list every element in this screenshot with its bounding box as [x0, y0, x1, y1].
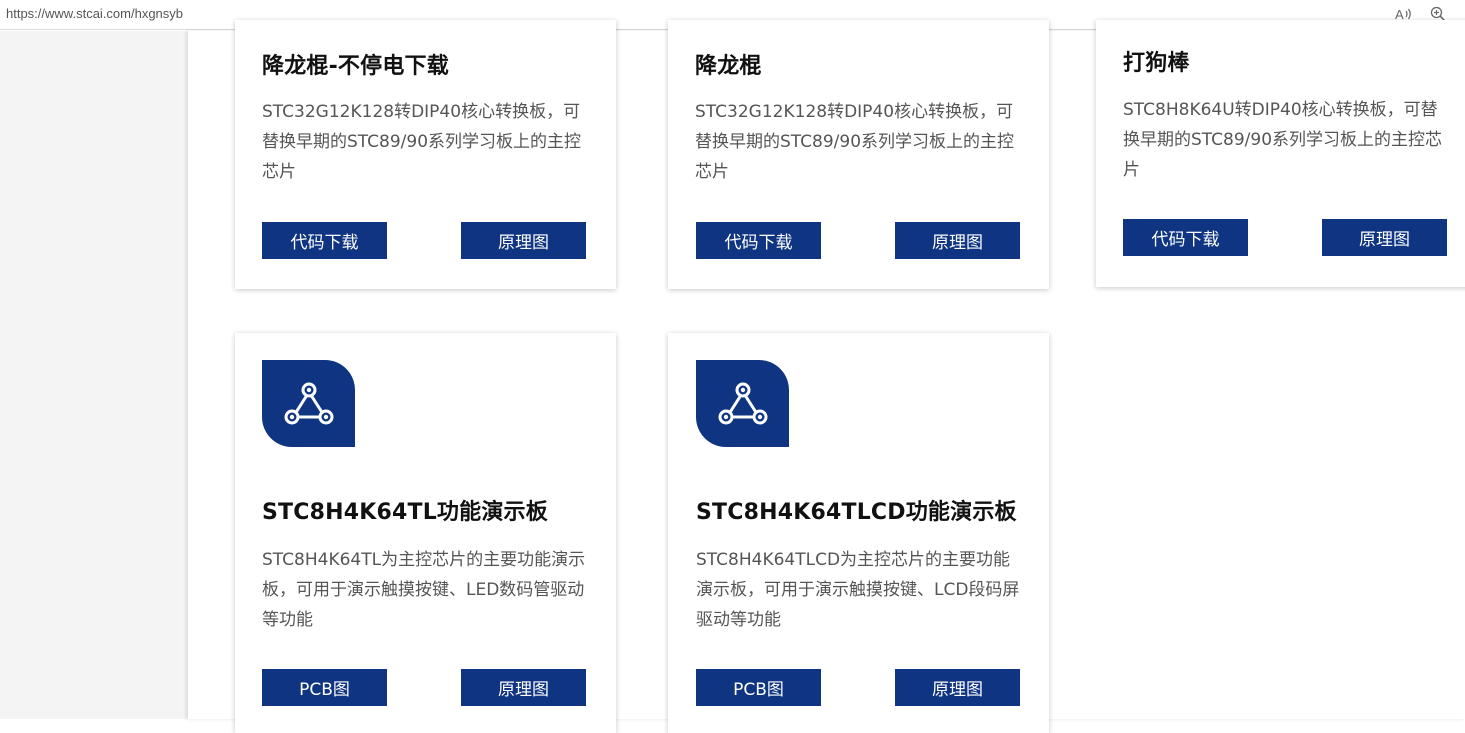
card-description: STC8H4K64TL为主控芯片的主要功能演示板，可用于演示触摸按键、LED数码… — [262, 550, 586, 630]
card-title: 降龙棍 — [695, 54, 762, 79]
schematic-button[interactable]: 原理图 — [461, 222, 586, 259]
schematic-button[interactable]: 原理图 — [895, 669, 1020, 706]
share-network-icon — [262, 360, 355, 447]
product-card: 降龙棍 STC32G12K128转DIP40核心转换板，可替换早期的STC89/… — [668, 20, 1049, 289]
product-card: STC8H4K64TLCD功能演示板 STC8H4K64TLCD为主控芯片的主要… — [668, 333, 1049, 733]
card-description: STC8H4K64TLCD为主控芯片的主要功能演示板，可用于演示触摸按键、LCD… — [696, 550, 1020, 630]
product-card: 降龙棍-不停电下载 STC32G12K128转DIP40核心转换板，可替换早期的… — [235, 20, 616, 289]
code-download-button[interactable]: 代码下载 — [1123, 219, 1248, 256]
pcb-button[interactable]: PCB图 — [696, 669, 821, 706]
product-card: 打狗棒 STC8H8K64U转DIP40核心转换板，可替换早期的STC89/90… — [1096, 20, 1465, 287]
card-description: STC32G12K128转DIP40核心转换板，可替换早期的STC89/90系列… — [262, 102, 582, 182]
card-description: STC32G12K128转DIP40核心转换板，可替换早期的STC89/90系列… — [695, 102, 1015, 182]
schematic-button[interactable]: 原理图 — [461, 669, 586, 706]
card-title: 降龙棍-不停电下载 — [262, 54, 449, 79]
code-download-button[interactable]: 代码下载 — [262, 222, 387, 259]
left-gutter — [0, 31, 188, 719]
pcb-button[interactable]: PCB图 — [262, 669, 387, 706]
card-title: 打狗棒 — [1123, 51, 1190, 76]
card-title: STC8H4K64TLCD功能演示板 — [696, 500, 1017, 525]
url-text[interactable]: https://www.stcai.com/hxgnsyb — [6, 6, 183, 21]
schematic-button[interactable]: 原理图 — [1322, 219, 1447, 256]
card-description: STC8H8K64U转DIP40核心转换板，可替换早期的STC89/90系列学习… — [1123, 100, 1443, 180]
product-card: STC8H4K64TL功能演示板 STC8H4K64TL为主控芯片的主要功能演示… — [235, 333, 616, 733]
schematic-button[interactable]: 原理图 — [895, 222, 1020, 259]
share-network-icon — [696, 360, 789, 447]
code-download-button[interactable]: 代码下载 — [696, 222, 821, 259]
card-title: STC8H4K64TL功能演示板 — [262, 500, 548, 525]
